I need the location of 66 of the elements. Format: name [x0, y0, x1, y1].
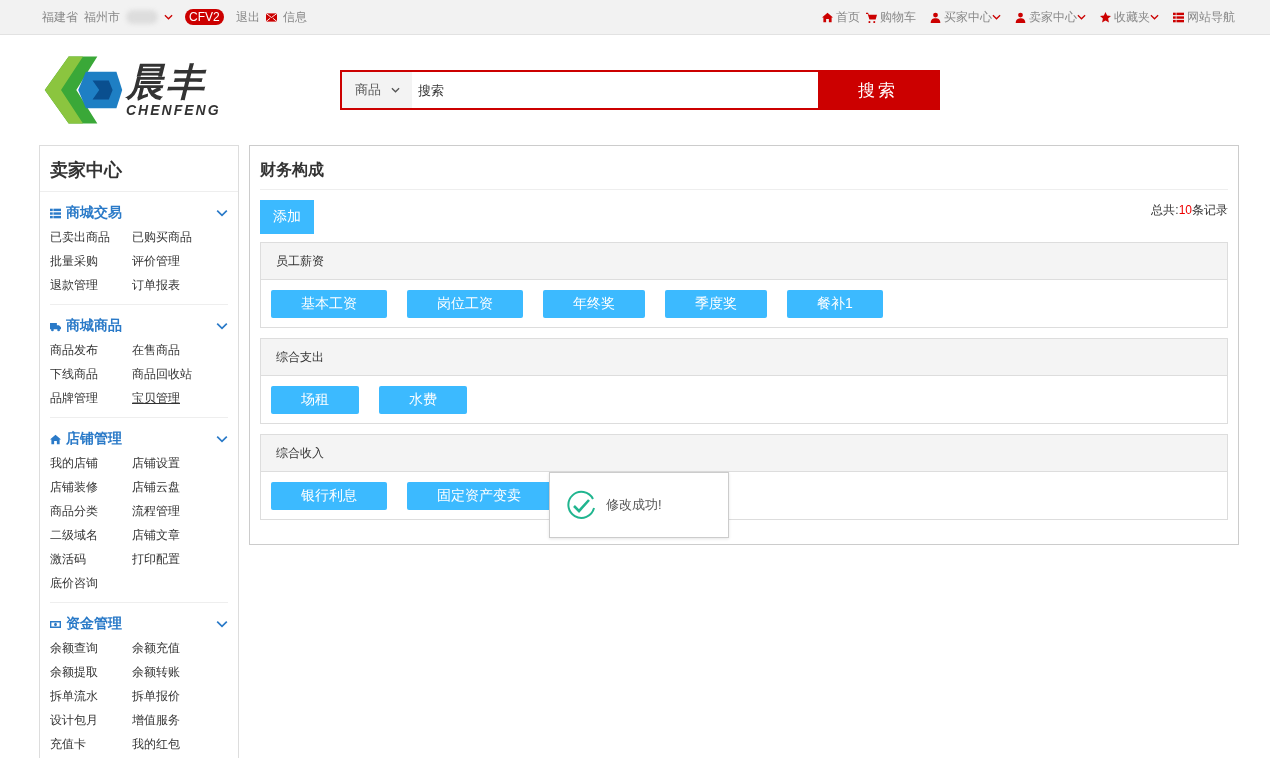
sidebar-link[interactable]: 拆单流水 — [50, 684, 132, 708]
sidebar-link[interactable]: 设计包月 — [50, 708, 132, 732]
sidebar-link[interactable]: 宝贝管理 — [132, 386, 214, 410]
sidebar-link[interactable]: 评价管理 — [132, 249, 214, 273]
sidebar-link[interactable]: 打印配置 — [132, 547, 214, 571]
sidebar-link[interactable]: 增值服务 — [132, 708, 214, 732]
search-bar[interactable]: 商品 搜索 搜索 — [340, 70, 940, 110]
home-icon — [822, 11, 833, 23]
section-title[interactable]: 商城交易 — [66, 204, 122, 222]
sidebar-link[interactable]: 店铺设置 — [132, 451, 214, 475]
banknote-icon — [50, 618, 61, 630]
sidebar-link[interactable]: 充值卡 — [50, 732, 132, 756]
sidebar-link[interactable]: 流程管理 — [132, 499, 214, 523]
sidebar-link[interactable]: 店铺云盘 — [132, 475, 214, 499]
user-icon — [930, 11, 941, 23]
sidebar-link[interactable]: 品牌管理 — [50, 386, 132, 410]
sidebar-link[interactable]: 批量采购 — [50, 249, 132, 273]
category-dropdown[interactable]: 商品 — [342, 72, 412, 108]
sidebar-link[interactable]: 余额提取 — [50, 660, 132, 684]
logo-latin-name: CHENFENG — [126, 102, 221, 118]
sidebar-link[interactable]: 在售商品 — [132, 338, 214, 362]
page-title: 财务构成 — [260, 146, 1228, 190]
sidebar-link[interactable]: 我的店铺 — [50, 451, 132, 475]
sidebar-link[interactable]: 店铺文章 — [132, 523, 214, 547]
sidebar-link[interactable]: 商品回收站 — [132, 362, 214, 386]
sidebar-link[interactable]: 商品分类 — [50, 499, 132, 523]
home-icon — [50, 433, 61, 445]
category-header: 综合收入 — [261, 435, 1227, 472]
record-count: 总共:10条记录 — [1151, 202, 1228, 219]
search-button[interactable]: 搜索 — [818, 72, 938, 108]
check-circle-icon — [565, 489, 596, 521]
star-icon — [1100, 11, 1111, 23]
truck-icon — [50, 320, 61, 332]
sidebar-link[interactable]: 激活码 — [50, 547, 132, 571]
sidebar-link[interactable]: 订单报表 — [132, 273, 214, 297]
sidebar-link[interactable]: 下线商品 — [50, 362, 132, 386]
sidebar-link[interactable]: 拆单报价 — [132, 684, 214, 708]
sidebar-link[interactable]: 余额转账 — [132, 660, 214, 684]
section-title[interactable]: 商城商品 — [66, 317, 122, 335]
toast-message: 修改成功! — [606, 496, 662, 514]
sidebar-link[interactable]: 店铺装修 — [50, 475, 132, 499]
sidebar-link[interactable]: 二级域名 — [50, 523, 132, 547]
sidebar-title: 卖家中心 — [40, 146, 238, 192]
logo-name: 晨丰 — [126, 62, 208, 102]
list-icon — [50, 207, 61, 219]
category-label: 商品 — [354, 81, 381, 99]
caret-icon — [390, 87, 400, 93]
section-title[interactable]: 店铺管理 — [66, 430, 122, 448]
sidebar-link[interactable]: 退款管理 — [50, 273, 132, 297]
sidebar-link[interactable]: 余额查询 — [50, 636, 132, 660]
list-icon — [1173, 11, 1184, 23]
mail-icon — [265, 11, 277, 23]
section-title[interactable]: 资金管理 — [66, 615, 122, 633]
category-header: 员工薪资 — [261, 243, 1227, 280]
sidebar-link[interactable]: 我的红包 — [132, 732, 214, 756]
sidebar-link[interactable]: 余额充值 — [132, 636, 214, 660]
caret-icon — [164, 14, 173, 20]
sidebar-link[interactable]: 底价咨询 — [50, 571, 132, 595]
cart-icon — [866, 11, 877, 23]
sidebar-link[interactable]: 已购买商品 — [132, 225, 214, 249]
category-header: 综合支出 — [261, 339, 1227, 376]
sidebar-link[interactable]: 已卖出商品 — [50, 225, 132, 249]
sidebar-link[interactable]: 商品发布 — [50, 338, 132, 362]
user-icon — [1015, 11, 1026, 23]
version-badge: CFV2 — [185, 9, 224, 25]
province-label: 福建省 — [42, 8, 78, 26]
